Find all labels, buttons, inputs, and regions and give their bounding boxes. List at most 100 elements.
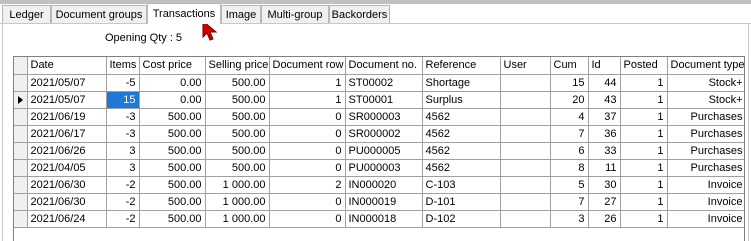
column-header-document-row[interactable]: Document row — [269, 57, 346, 75]
cell-items[interactable]: 15 — [106, 91, 140, 109]
table-row[interactable]: 2021/06/26 3 500.00 500.00 0 PU000005 4562 6 33 1… — [14, 142, 744, 160]
cell-document-no[interactable]: PU000003 — [345, 159, 423, 177]
cell-items[interactable]: 3 — [106, 142, 140, 160]
cell-document-row[interactable]: 0 — [269, 193, 346, 211]
cell-document-row[interactable]: 0 — [269, 142, 346, 160]
cell-date[interactable]: 2021/06/19 — [27, 108, 107, 126]
cell-cum[interactable]: 3 — [550, 210, 589, 228]
cell-user[interactable] — [500, 125, 551, 143]
cell-posted[interactable]: 1 — [620, 91, 668, 109]
tab-backorders[interactable]: Backorders — [329, 5, 390, 23]
cell-cum[interactable]: 5 — [550, 176, 589, 194]
column-header-items[interactable]: Items — [106, 57, 140, 75]
cell-document-row[interactable]: 1 — [269, 74, 346, 92]
cell-document-type[interactable]: Stock+ — [667, 74, 744, 92]
cell-reference[interactable]: 4562 — [422, 125, 501, 143]
cell-date[interactable]: 2021/06/30 — [27, 176, 107, 194]
cell-cum[interactable]: 4 — [550, 108, 589, 126]
cell-cum[interactable]: 8 — [550, 159, 589, 177]
cell-reference[interactable]: 4562 — [422, 142, 501, 160]
cell-user[interactable] — [500, 142, 551, 160]
cell-selling-price[interactable]: 500.00 — [205, 91, 270, 109]
cell-id[interactable]: 43 — [588, 91, 621, 109]
cell-user[interactable] — [500, 176, 551, 194]
cell-cost-price[interactable]: 500.00 — [139, 142, 206, 160]
table-row[interactable]: 2021/06/24 -2 500.00 1 000.00 0 IN000018 D-102… — [14, 210, 744, 228]
cell-document-no[interactable]: IN000018 — [345, 210, 423, 228]
cell-document-row[interactable]: 0 — [269, 108, 346, 126]
cell-cost-price[interactable]: 500.00 — [139, 159, 206, 177]
row-indicator[interactable] — [14, 91, 28, 109]
cell-document-type[interactable]: Purchases — [667, 125, 744, 143]
column-header-user[interactable]: User — [500, 57, 551, 75]
tab-image[interactable]: Image — [221, 5, 261, 23]
cell-posted[interactable]: 1 — [620, 176, 668, 194]
cell-posted[interactable]: 1 — [620, 193, 668, 211]
cell-selling-price[interactable]: 500.00 — [205, 108, 270, 126]
cell-user[interactable] — [500, 108, 551, 126]
cell-document-row[interactable]: 0 — [269, 125, 346, 143]
cell-id[interactable]: 44 — [588, 74, 621, 92]
cell-reference[interactable]: 4562 — [422, 159, 501, 177]
cell-posted[interactable]: 1 — [620, 210, 668, 228]
transactions-grid[interactable]: Date Items Cost price Selling price Docu… — [13, 56, 745, 241]
table-row[interactable]: 2021/06/17 -3 500.00 500.00 0 SR000002 4562 7 36… — [14, 125, 744, 143]
cell-posted[interactable]: 1 — [620, 142, 668, 160]
cell-cum[interactable]: 7 — [550, 193, 589, 211]
cell-cost-price[interactable]: 500.00 — [139, 176, 206, 194]
cell-document-no[interactable]: ST00002 — [345, 74, 423, 92]
table-row[interactable]: 2021/06/30 -2 500.00 1 000.00 2 IN000020 C-103… — [14, 176, 744, 194]
cell-selling-price[interactable]: 500.00 — [205, 125, 270, 143]
cell-reference[interactable]: Surplus — [422, 91, 501, 109]
table-row[interactable]: 2021/06/30 -2 500.00 1 000.00 0 IN000019 D-101… — [14, 193, 744, 211]
cell-document-type[interactable]: Purchases — [667, 108, 744, 126]
row-indicator[interactable] — [14, 193, 28, 211]
cell-items[interactable]: -3 — [106, 125, 140, 143]
cell-user[interactable] — [500, 74, 551, 92]
cell-items[interactable]: -5 — [106, 74, 140, 92]
column-header-document-no[interactable]: Document no. — [345, 57, 423, 75]
cell-document-no[interactable]: IN000020 — [345, 176, 423, 194]
table-row[interactable]: 2021/06/19 -3 500.00 500.00 0 SR000003 4562 4 37… — [14, 108, 744, 126]
tab-document-groups[interactable]: Document groups — [51, 5, 147, 23]
cell-cost-price[interactable]: 500.00 — [139, 193, 206, 211]
cell-document-type[interactable]: Invoice — [667, 193, 744, 211]
row-indicator[interactable] — [14, 108, 28, 126]
row-indicator[interactable] — [14, 176, 28, 194]
cell-document-type[interactable]: Purchases — [667, 159, 744, 177]
column-header-cost-price[interactable]: Cost price — [139, 57, 206, 75]
cell-cost-price[interactable]: 500.00 — [139, 210, 206, 228]
cell-document-no[interactable]: PU000005 — [345, 142, 423, 160]
cell-document-type[interactable]: Invoice — [667, 176, 744, 194]
cell-user[interactable] — [500, 193, 551, 211]
cell-posted[interactable]: 1 — [620, 108, 668, 126]
cell-reference[interactable]: C-103 — [422, 176, 501, 194]
column-header-reference[interactable]: Reference — [422, 57, 501, 75]
cell-id[interactable]: 27 — [588, 193, 621, 211]
row-indicator[interactable] — [14, 74, 28, 92]
cell-id[interactable]: 30 — [588, 176, 621, 194]
cell-reference[interactable]: D-102 — [422, 210, 501, 228]
cell-reference[interactable]: D-101 — [422, 193, 501, 211]
cell-items[interactable]: -2 — [106, 210, 140, 228]
cell-cost-price[interactable]: 500.00 — [139, 125, 206, 143]
cell-document-type[interactable]: Invoice — [667, 210, 744, 228]
cell-posted[interactable]: 1 — [620, 74, 668, 92]
cell-document-row[interactable]: 0 — [269, 210, 346, 228]
cell-selling-price[interactable]: 1 000.00 — [205, 176, 270, 194]
cell-items[interactable]: 3 — [106, 159, 140, 177]
column-header-document-type[interactable]: Document type — [667, 57, 744, 75]
cell-selling-price[interactable]: 500.00 — [205, 159, 270, 177]
cell-selling-price[interactable]: 1 000.00 — [205, 193, 270, 211]
cell-date[interactable]: 2021/06/24 — [27, 210, 107, 228]
column-header-id[interactable]: Id — [588, 57, 621, 75]
cell-date[interactable]: 2021/06/30 — [27, 193, 107, 211]
cell-document-type[interactable]: Purchases — [667, 142, 744, 160]
cell-cum[interactable]: 6 — [550, 142, 589, 160]
cell-id[interactable]: 36 — [588, 125, 621, 143]
table-row[interactable]: 2021/05/07 -5 0.00 500.00 1 ST00002 Shortage 15… — [14, 74, 744, 92]
cell-items[interactable]: -2 — [106, 176, 140, 194]
table-row[interactable]: 2021/04/05 3 500.00 500.00 0 PU000003 4562 8 11 1… — [14, 159, 744, 177]
cell-id[interactable]: 11 — [588, 159, 621, 177]
cell-document-row[interactable]: 0 — [269, 159, 346, 177]
